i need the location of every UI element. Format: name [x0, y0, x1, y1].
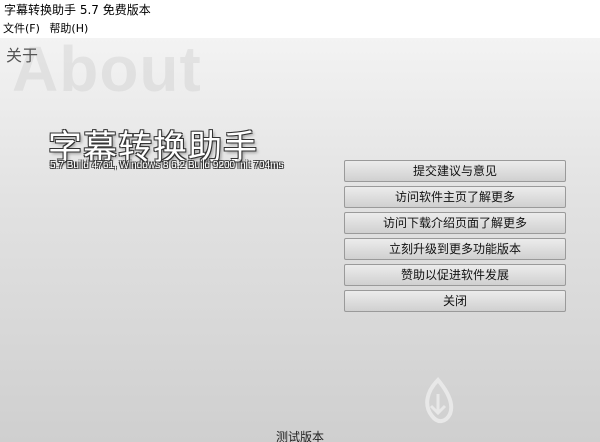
about-panel: About 关于 字幕转换助手 5.7 Build 4761, Windows … — [0, 38, 600, 442]
menu-bar: 文件(F) 帮助(H) — [0, 20, 600, 38]
download-site-logo-icon — [425, 377, 454, 423]
close-button[interactable]: 关闭 — [344, 290, 566, 312]
upgrade-button[interactable]: 立刻升级到更多功能版本 — [344, 238, 566, 260]
window-title: 字幕转换助手 5.7 免费版本 — [4, 3, 151, 17]
section-label: 关于 — [6, 46, 39, 65]
menu-file[interactable]: 文件(F) — [2, 20, 45, 38]
action-buttons: 提交建议与意见 访问软件主页了解更多 访问下载介绍页面了解更多 立刻升级到更多功… — [344, 160, 566, 316]
menu-help[interactable]: 帮助(H) — [48, 20, 93, 38]
window-title-bar: 字幕转换助手 5.7 免费版本 — [0, 0, 600, 20]
footer-label: 测试版本 — [275, 430, 324, 442]
about-watermark: About — [12, 38, 202, 105]
suggest-button[interactable]: 提交建议与意见 — [344, 160, 566, 182]
version-info: 5.7 Build 4761, Windows 8 6.2 Build 9200… — [50, 160, 284, 171]
homepage-button[interactable]: 访问软件主页了解更多 — [344, 186, 566, 208]
download-page-button[interactable]: 访问下载介绍页面了解更多 — [344, 212, 566, 234]
sponsor-button[interactable]: 赞助以促进软件发展 — [344, 264, 566, 286]
